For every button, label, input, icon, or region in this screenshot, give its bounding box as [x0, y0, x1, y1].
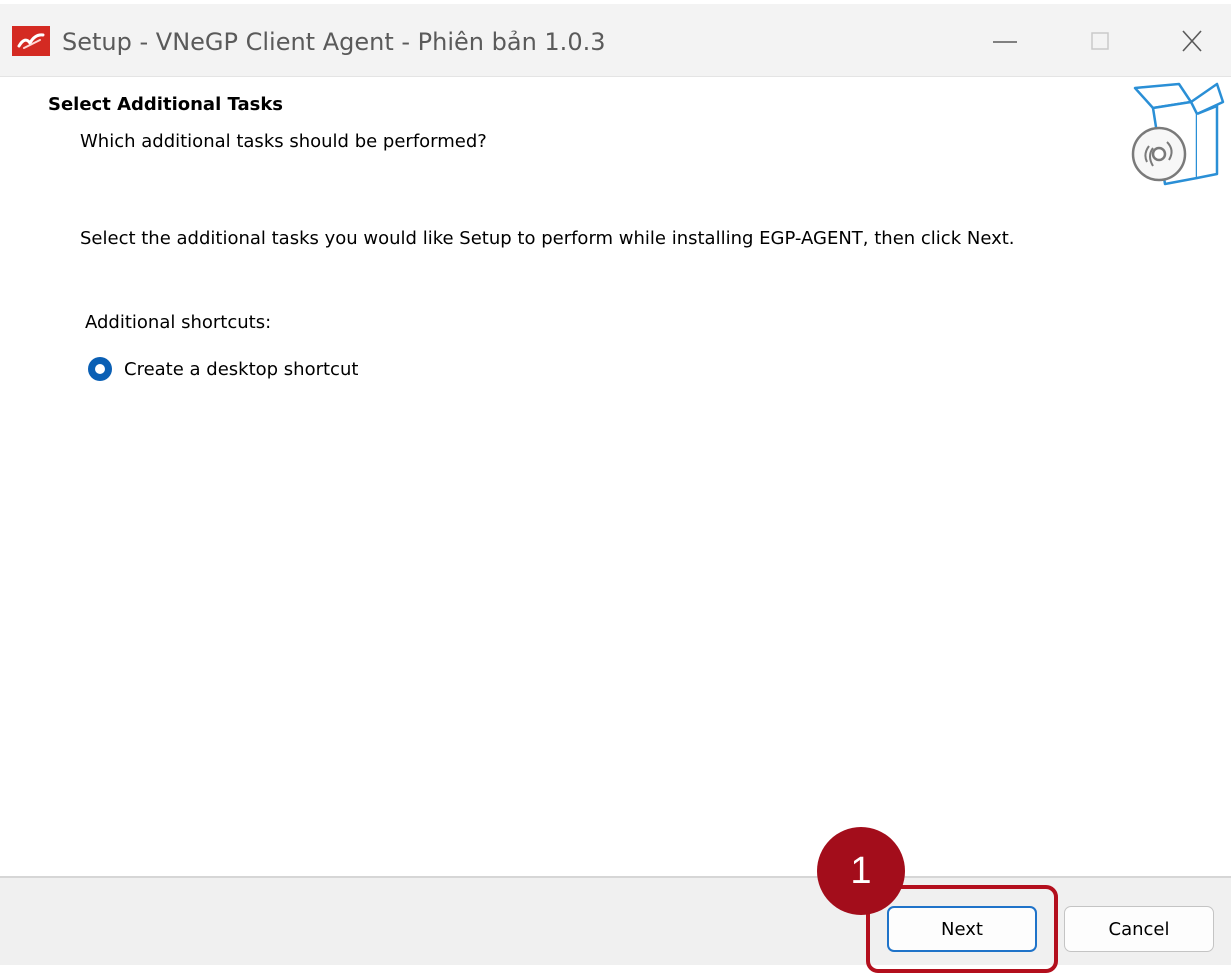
desktop-shortcut-option[interactable]: Create a desktop shortcut [88, 352, 358, 386]
page-subtitle: Which additional tasks should be perform… [80, 131, 487, 152]
cancel-button[interactable]: Cancel [1064, 906, 1214, 952]
window-title: Setup - VNeGP Client Agent - Phiên bản 1… [62, 28, 606, 56]
setup-box-icon [1131, 82, 1225, 186]
maximize-icon[interactable] [1085, 24, 1115, 58]
page-title: Select Additional Tasks [48, 94, 284, 115]
minimize-icon[interactable] [985, 24, 1025, 58]
step-number-badge: 1 [817, 827, 905, 915]
setup-window: Setup - VNeGP Client Agent - Phiên bản 1… [0, 0, 1231, 973]
close-icon[interactable] [1177, 24, 1207, 58]
title-bar[interactable]: Setup - VNeGP Client Agent - Phiên bản 1… [0, 4, 1231, 77]
shortcuts-group-label: Additional shortcuts: [85, 312, 272, 333]
instruction-text: Select the additional tasks you would li… [80, 228, 1015, 249]
radio-selected-icon[interactable] [88, 357, 112, 381]
desktop-shortcut-label: Create a desktop shortcut [124, 358, 359, 380]
app-logo-icon [12, 26, 50, 56]
